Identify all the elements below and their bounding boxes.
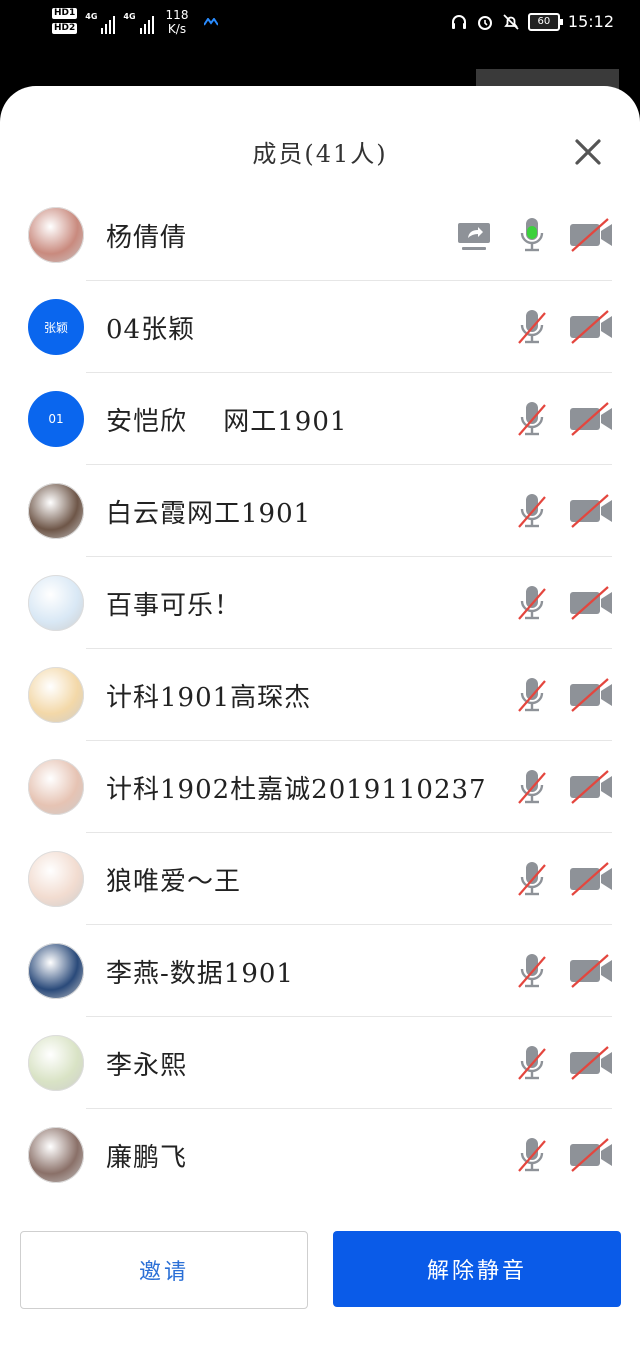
notifications-off-icon (503, 13, 519, 30)
unmute-all-button[interactable]: 解除静音 (333, 1231, 621, 1307)
member-row[interactable]: 01 安恺欣 网工1901 (0, 373, 640, 465)
camera-off-icon[interactable] (568, 1043, 614, 1083)
mic-muted-icon[interactable] (516, 307, 548, 347)
member-name: 廉鹏飞 (106, 1143, 188, 1173)
member-name: 计科1901高琛杰 (106, 683, 312, 713)
camera-off-icon[interactable] (568, 583, 614, 623)
mic-muted-icon[interactable] (516, 583, 548, 623)
mic-muted-icon[interactable] (516, 675, 548, 715)
member-row[interactable]: 李永熙 (0, 1017, 640, 1109)
mic-muted-icon[interactable] (516, 491, 548, 531)
member-name: 李燕-数据1901 (106, 959, 294, 989)
member-name: 04张颖 (106, 315, 196, 345)
camera-off-icon[interactable] (568, 491, 614, 531)
member-name: 白云霞网工1901 (106, 499, 312, 529)
mic-active-icon[interactable] (516, 215, 548, 255)
headset-icon (451, 14, 466, 29)
member-name: 百事可乐！ (106, 591, 242, 621)
member-name: 李永熙 (106, 1051, 188, 1081)
members-panel: 成员(41人) 杨倩倩张颖 04张颖 01 安恺欣 网工1901 白云霞网工1901 百事… (0, 86, 640, 1369)
avatar-initials: 张颖 (43, 320, 68, 335)
avatar (28, 1127, 84, 1183)
camera-off-icon[interactable] (568, 859, 614, 899)
member-row[interactable]: 杨倩倩 (0, 189, 640, 281)
panel-title: 成员(41人) (252, 140, 388, 168)
camera-off-icon[interactable] (568, 951, 614, 991)
avatar (28, 943, 84, 999)
member-row[interactable]: 廉鹏飞 (0, 1109, 640, 1201)
hd-badges: HD1 HD2 (52, 8, 78, 34)
member-row[interactable]: 狼唯爱～王 (0, 833, 640, 925)
member-name: 杨倩倩 (106, 223, 188, 253)
camera-off-icon[interactable] (568, 1135, 614, 1175)
camera-off-icon[interactable] (568, 399, 614, 439)
alarm-icon (477, 15, 492, 30)
avatar: 01 (28, 391, 84, 447)
mic-muted-icon[interactable] (516, 399, 548, 439)
mic-muted-icon[interactable] (516, 1043, 548, 1083)
member-name: 计科1902杜嘉诚2019110237 (106, 775, 487, 805)
avatar (28, 667, 84, 723)
avatar: 张颖 (28, 299, 84, 355)
app-notification-icon (204, 18, 219, 26)
avatar (28, 759, 84, 815)
camera-off-icon[interactable] (568, 675, 614, 715)
camera-off-icon[interactable] (568, 307, 614, 347)
mic-muted-icon[interactable] (516, 1135, 548, 1175)
member-list: 杨倩倩张颖 04张颖 01 安恺欣 网工1901 白云霞网工1901 百事可乐！ 计科190… (0, 189, 640, 1201)
member-row[interactable]: 计科1902杜嘉诚2019110237 (0, 741, 640, 833)
mic-muted-icon[interactable] (516, 767, 548, 807)
signal-1-icon: 4G (85, 8, 116, 34)
avatar (28, 1035, 84, 1091)
member-name: 狼唯爱～王 (106, 867, 242, 897)
avatar (28, 575, 84, 631)
screen-share-icon[interactable] (456, 215, 492, 255)
member-row[interactable]: 李燕-数据1901 (0, 925, 640, 1017)
mic-muted-icon[interactable] (516, 859, 548, 899)
network-speed: 118 K/s (165, 8, 189, 36)
battery-indicator: 60 (527, 12, 563, 31)
avatar-initials: 01 (48, 412, 64, 426)
close-icon[interactable] (572, 136, 604, 168)
member-row[interactable]: 张颖 04张颖 (0, 281, 640, 373)
avatar (28, 851, 84, 907)
hd1-badge: HD1 (52, 8, 78, 19)
avatar (28, 207, 84, 263)
member-name: 安恺欣 网工1901 (106, 407, 348, 437)
signal-2-icon: 4G (123, 8, 154, 34)
invite-button[interactable]: 邀请 (20, 1231, 308, 1309)
camera-off-icon[interactable] (568, 215, 614, 255)
member-row[interactable]: 白云霞网工1901 (0, 465, 640, 557)
camera-off-icon[interactable] (568, 767, 614, 807)
hd2-badge: HD2 (52, 23, 78, 34)
clock: 15:12 (567, 12, 614, 31)
mic-muted-icon[interactable] (516, 951, 548, 991)
member-row[interactable]: 百事可乐！ (0, 557, 640, 649)
avatar (28, 483, 84, 539)
status-bar: HD1 HD2 4G 4G 118 K/s 60 15:12 (0, 0, 640, 50)
member-row[interactable]: 计科1901高琛杰 (0, 649, 640, 741)
